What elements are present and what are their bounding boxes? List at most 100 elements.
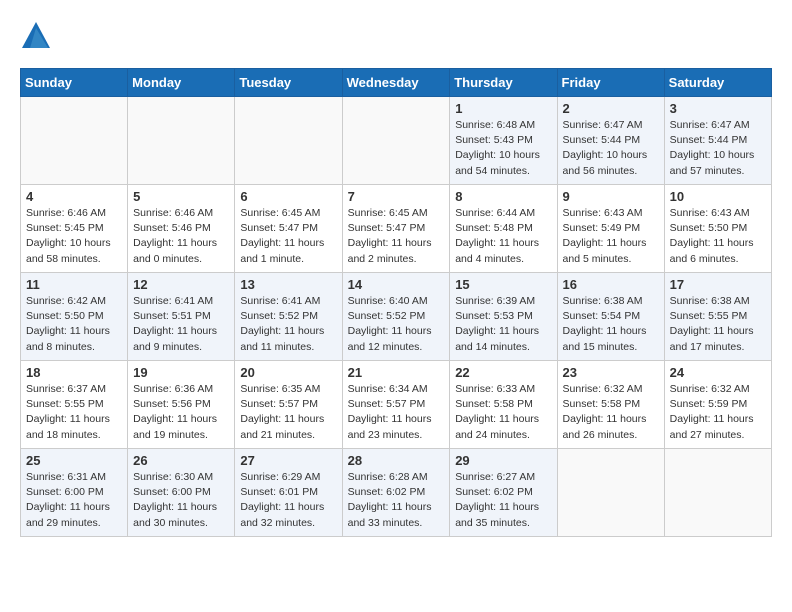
day-number: 29 (455, 453, 551, 468)
header-cell: Tuesday (235, 69, 342, 97)
calendar-cell: 7Sunrise: 6:45 AM Sunset: 5:47 PM Daylig… (342, 185, 450, 273)
day-number: 27 (240, 453, 336, 468)
calendar-cell: 29 Sunrise: 6:27 AM Sunset: 6:02 PM Dayli… (450, 449, 557, 537)
day-info: Sunrise: 6:27 AM Sunset: 6:02 PM Dayligh… (455, 470, 551, 531)
day-number: 13 (240, 277, 336, 292)
logo-icon (20, 20, 52, 52)
day-info: Sunrise: 6:44 AM Sunset: 5:48 PM Dayligh… (455, 206, 551, 267)
logo (20, 20, 56, 52)
day-number: 20 (240, 365, 336, 380)
day-number: 18 (26, 365, 122, 380)
calendar-cell: 11Sunrise: 6:42 AM Sunset: 5:50 PM Dayli… (21, 273, 128, 361)
day-number: 14 (348, 277, 445, 292)
calendar-cell: 23Sunrise: 6:32 AM Sunset: 5:58 PM Dayli… (557, 361, 664, 449)
day-number: 24 (670, 365, 766, 380)
day-info: Sunrise: 6:48 AM Sunset: 5:43 PM Dayligh… (455, 118, 551, 179)
day-info: Sunrise: 6:43 AM Sunset: 5:50 PM Dayligh… (670, 206, 766, 267)
calendar-week-row: 1 Sunrise: 6:48 AM Sunset: 5:43 PM Daylig… (21, 97, 772, 185)
day-number: 5 (133, 189, 229, 204)
page-header (20, 20, 772, 52)
day-number: 9 (563, 189, 659, 204)
day-info: Sunrise: 6:36 AM Sunset: 5:56 PM Dayligh… (133, 382, 229, 443)
day-info: Sunrise: 6:43 AM Sunset: 5:49 PM Dayligh… (563, 206, 659, 267)
calendar-cell (21, 97, 128, 185)
day-info: Sunrise: 6:34 AM Sunset: 5:57 PM Dayligh… (348, 382, 445, 443)
calendar-cell: 19 Sunrise: 6:36 AM Sunset: 5:56 PM Dayli… (128, 361, 235, 449)
calendar-week-row: 4 Sunrise: 6:46 AM Sunset: 5:45 PM Daylig… (21, 185, 772, 273)
calendar-cell: 12Sunrise: 6:41 AM Sunset: 5:51 PM Dayli… (128, 273, 235, 361)
day-info: Sunrise: 6:37 AM Sunset: 5:55 PM Dayligh… (26, 382, 122, 443)
day-info: Sunrise: 6:46 AM Sunset: 5:45 PM Dayligh… (26, 206, 122, 267)
day-number: 26 (133, 453, 229, 468)
calendar-cell (128, 97, 235, 185)
header-row: SundayMondayTuesdayWednesdayThursdayFrid… (21, 69, 772, 97)
day-info: Sunrise: 6:33 AM Sunset: 5:58 PM Dayligh… (455, 382, 551, 443)
calendar-cell: 18 Sunrise: 6:37 AM Sunset: 5:55 PM Dayli… (21, 361, 128, 449)
day-info: Sunrise: 6:31 AM Sunset: 6:00 PM Dayligh… (26, 470, 122, 531)
day-info: Sunrise: 6:38 AM Sunset: 5:54 PM Dayligh… (563, 294, 659, 355)
calendar-cell: 10 Sunrise: 6:43 AM Sunset: 5:50 PM Dayli… (664, 185, 771, 273)
day-number: 10 (670, 189, 766, 204)
header-cell: Friday (557, 69, 664, 97)
calendar-cell: 3 Sunrise: 6:47 AM Sunset: 5:44 PM Daylig… (664, 97, 771, 185)
day-number: 22 (455, 365, 551, 380)
day-info: Sunrise: 6:46 AM Sunset: 5:46 PM Dayligh… (133, 206, 229, 267)
header-cell: Saturday (664, 69, 771, 97)
calendar-cell: 1 Sunrise: 6:48 AM Sunset: 5:43 PM Daylig… (450, 97, 557, 185)
day-info: Sunrise: 6:40 AM Sunset: 5:52 PM Dayligh… (348, 294, 445, 355)
day-number: 7 (348, 189, 445, 204)
day-info: Sunrise: 6:35 AM Sunset: 5:57 PM Dayligh… (240, 382, 336, 443)
calendar-cell: 9 Sunrise: 6:43 AM Sunset: 5:49 PM Daylig… (557, 185, 664, 273)
day-number: 6 (240, 189, 336, 204)
header-cell: Sunday (21, 69, 128, 97)
header-cell: Wednesday (342, 69, 450, 97)
day-number: 21 (348, 365, 445, 380)
calendar-cell: 25Sunrise: 6:31 AM Sunset: 6:00 PM Dayli… (21, 449, 128, 537)
day-info: Sunrise: 6:45 AM Sunset: 5:47 PM Dayligh… (240, 206, 336, 267)
calendar-cell: 4 Sunrise: 6:46 AM Sunset: 5:45 PM Daylig… (21, 185, 128, 273)
day-number: 2 (563, 101, 659, 116)
calendar-table: SundayMondayTuesdayWednesdayThursdayFrid… (20, 68, 772, 537)
day-info: Sunrise: 6:39 AM Sunset: 5:53 PM Dayligh… (455, 294, 551, 355)
day-info: Sunrise: 6:29 AM Sunset: 6:01 PM Dayligh… (240, 470, 336, 531)
day-info: Sunrise: 6:47 AM Sunset: 5:44 PM Dayligh… (670, 118, 766, 179)
calendar-week-row: 25Sunrise: 6:31 AM Sunset: 6:00 PM Dayli… (21, 449, 772, 537)
day-info: Sunrise: 6:42 AM Sunset: 5:50 PM Dayligh… (26, 294, 122, 355)
day-number: 28 (348, 453, 445, 468)
calendar-header: SundayMondayTuesdayWednesdayThursdayFrid… (21, 69, 772, 97)
header-cell: Monday (128, 69, 235, 97)
calendar-cell: 5 Sunrise: 6:46 AM Sunset: 5:46 PM Daylig… (128, 185, 235, 273)
day-number: 1 (455, 101, 551, 116)
calendar-cell (342, 97, 450, 185)
calendar-cell: 28 Sunrise: 6:28 AM Sunset: 6:02 PM Dayli… (342, 449, 450, 537)
calendar-week-row: 11Sunrise: 6:42 AM Sunset: 5:50 PM Dayli… (21, 273, 772, 361)
day-number: 3 (670, 101, 766, 116)
day-info: Sunrise: 6:41 AM Sunset: 5:52 PM Dayligh… (240, 294, 336, 355)
calendar-cell: 6 Sunrise: 6:45 AM Sunset: 5:47 PM Daylig… (235, 185, 342, 273)
calendar-cell: 27 Sunrise: 6:29 AM Sunset: 6:01 PM Dayli… (235, 449, 342, 537)
day-number: 16 (563, 277, 659, 292)
day-number: 15 (455, 277, 551, 292)
day-number: 17 (670, 277, 766, 292)
calendar-cell: 2 Sunrise: 6:47 AM Sunset: 5:44 PM Daylig… (557, 97, 664, 185)
calendar-cell: 22 Sunrise: 6:33 AM Sunset: 5:58 PM Dayli… (450, 361, 557, 449)
calendar-week-row: 18 Sunrise: 6:37 AM Sunset: 5:55 PM Dayli… (21, 361, 772, 449)
day-info: Sunrise: 6:47 AM Sunset: 5:44 PM Dayligh… (563, 118, 659, 179)
calendar-cell: 13 Sunrise: 6:41 AM Sunset: 5:52 PM Dayli… (235, 273, 342, 361)
calendar-cell: 26 Sunrise: 6:30 AM Sunset: 6:00 PM Dayli… (128, 449, 235, 537)
calendar-cell (664, 449, 771, 537)
calendar-cell: 8Sunrise: 6:44 AM Sunset: 5:48 PM Daylig… (450, 185, 557, 273)
calendar-cell: 14 Sunrise: 6:40 AM Sunset: 5:52 PM Dayli… (342, 273, 450, 361)
day-info: Sunrise: 6:30 AM Sunset: 6:00 PM Dayligh… (133, 470, 229, 531)
day-info: Sunrise: 6:38 AM Sunset: 5:55 PM Dayligh… (670, 294, 766, 355)
day-number: 4 (26, 189, 122, 204)
day-info: Sunrise: 6:28 AM Sunset: 6:02 PM Dayligh… (348, 470, 445, 531)
calendar-cell: 24 Sunrise: 6:32 AM Sunset: 5:59 PM Dayli… (664, 361, 771, 449)
calendar-cell: 21 Sunrise: 6:34 AM Sunset: 5:57 PM Dayli… (342, 361, 450, 449)
calendar-cell: 20 Sunrise: 6:35 AM Sunset: 5:57 PM Dayli… (235, 361, 342, 449)
calendar-body: 1 Sunrise: 6:48 AM Sunset: 5:43 PM Daylig… (21, 97, 772, 537)
day-info: Sunrise: 6:32 AM Sunset: 5:59 PM Dayligh… (670, 382, 766, 443)
calendar-cell: 15 Sunrise: 6:39 AM Sunset: 5:53 PM Dayli… (450, 273, 557, 361)
day-number: 19 (133, 365, 229, 380)
day-number: 12 (133, 277, 229, 292)
